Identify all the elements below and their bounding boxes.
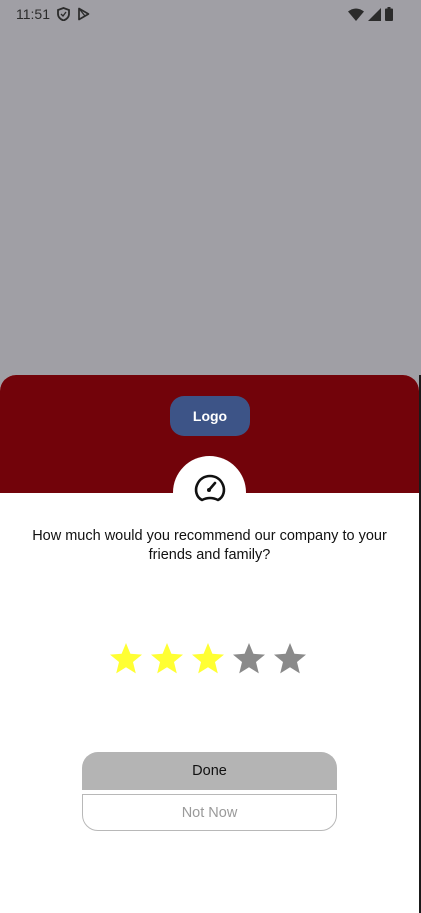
speedometer-icon <box>193 473 227 508</box>
battery-icon <box>385 7 393 21</box>
star-filled-icon[interactable] <box>190 641 226 677</box>
status-bar: 11:51 <box>0 0 421 28</box>
done-button[interactable]: Done <box>82 752 337 790</box>
play-store-icon <box>77 7 90 21</box>
logo: Logo <box>170 396 250 436</box>
wifi-icon <box>348 8 364 21</box>
not-now-button[interactable]: Not Now <box>82 794 337 831</box>
star-empty-icon[interactable] <box>272 641 308 677</box>
star-rating[interactable] <box>108 641 308 681</box>
speedometer-badge <box>173 456 246 529</box>
status-time: 11:51 <box>16 6 50 22</box>
status-right <box>348 7 393 21</box>
rating-bottom-sheet: Logo How much would you recommend our co… <box>0 375 419 913</box>
star-empty-icon[interactable] <box>231 641 267 677</box>
shield-icon <box>57 7 70 21</box>
star-filled-icon[interactable] <box>108 641 144 677</box>
cellular-signal-icon <box>368 7 381 21</box>
star-filled-icon[interactable] <box>149 641 185 677</box>
rating-question: How much would you recommend our company… <box>32 528 387 563</box>
status-left: 11:51 <box>16 6 90 22</box>
